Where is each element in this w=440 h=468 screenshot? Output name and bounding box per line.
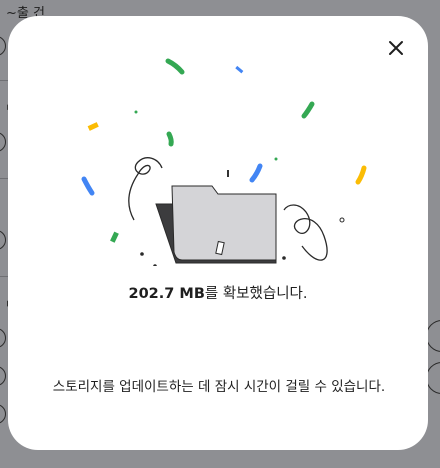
background-radio — [0, 404, 6, 424]
storage-freed-message: 202.7 MB를 확보했습니다. — [8, 282, 428, 303]
background-circle — [426, 320, 440, 352]
close-button[interactable] — [380, 32, 412, 64]
background-radio — [0, 366, 6, 386]
storage-freed-dialog: 202.7 MB를 확보했습니다. 스토리지를 업데이트하는 데 잠시 시간이 … — [8, 16, 428, 450]
background-radio — [0, 132, 6, 152]
freed-size-suffix: 를 확보했습니다. — [204, 286, 308, 302]
close-icon — [389, 41, 403, 55]
cleared-folder-illustration — [81, 58, 367, 266]
background-radio — [0, 230, 6, 250]
update-info-message: 스토리지를 업데이트하는 데 잠시 시간이 걸릴 수 있습니다. — [52, 379, 386, 395]
freed-size-value: 202.7 MB — [128, 286, 205, 302]
background-radio — [0, 36, 6, 56]
background-radio — [0, 328, 6, 348]
background-circle — [426, 362, 440, 394]
